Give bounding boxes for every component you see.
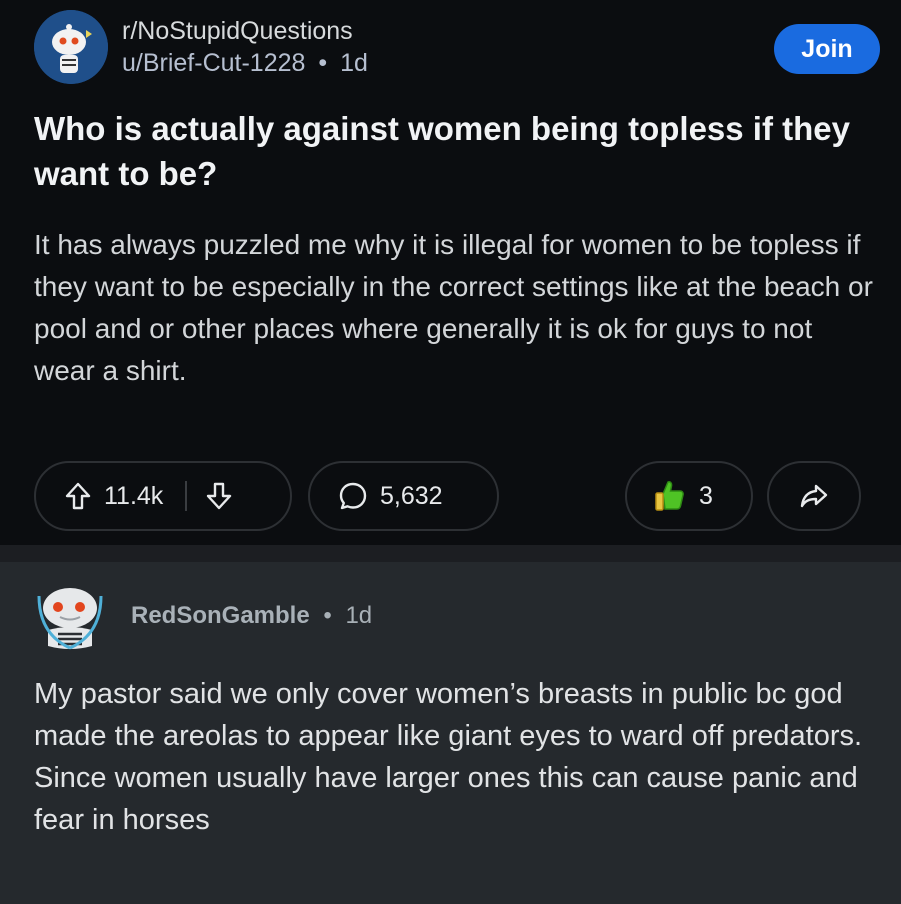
comments-button[interactable]: 5,632 (308, 461, 499, 531)
comment-meta-separator: • (323, 602, 332, 629)
award-button[interactable]: 3 (625, 461, 753, 531)
upvote-count: 11.4k (104, 481, 164, 510)
join-button[interactable]: Join (774, 24, 880, 74)
upvote-icon[interactable] (64, 481, 92, 511)
downvote-icon[interactable] (205, 481, 233, 511)
commenter-avatar[interactable] (36, 584, 104, 652)
thumbs-up-award-icon (653, 478, 687, 514)
comment-bubble-icon (338, 481, 368, 511)
post-body: It has always puzzled me why it is illeg… (34, 229, 873, 386)
comment-text: My pastor said we only cover women’s bre… (34, 678, 863, 836)
post-card: r/NoStupidQuestions u/Brief-Cut-1228 • 1… (0, 0, 901, 545)
meta-separator: • (318, 49, 328, 77)
comment-author[interactable]: RedSonGamble (131, 602, 310, 629)
share-icon (799, 482, 829, 510)
comment-count: 5,632 (380, 481, 443, 510)
post-header: r/NoStupidQuestions u/Brief-Cut-1228 • 1… (34, 10, 368, 84)
share-button[interactable] (767, 461, 861, 531)
subreddit-avatar[interactable] (34, 10, 108, 84)
vote-bar: 11.4k (34, 461, 292, 531)
award-count: 3 (699, 481, 713, 510)
comment-age: 1d (345, 602, 373, 629)
comment-meta: RedSonGamble • 1d (131, 602, 372, 630)
section-divider (0, 545, 901, 562)
vote-divider (185, 481, 188, 511)
post-title[interactable]: Who is actually against women being topl… (34, 106, 874, 196)
post-meta: r/NoStupidQuestions u/Brief-Cut-1228 • 1… (122, 15, 368, 79)
subreddit-name[interactable]: r/NoStupidQuestions (122, 15, 368, 47)
comment-card: RedSonGamble • 1d My pastor said we only… (0, 562, 901, 904)
post-author[interactable]: u/Brief-Cut-1228 (122, 49, 305, 77)
post-age: 1d (340, 49, 368, 77)
post-byline: u/Brief-Cut-1228 • 1d (122, 47, 368, 79)
